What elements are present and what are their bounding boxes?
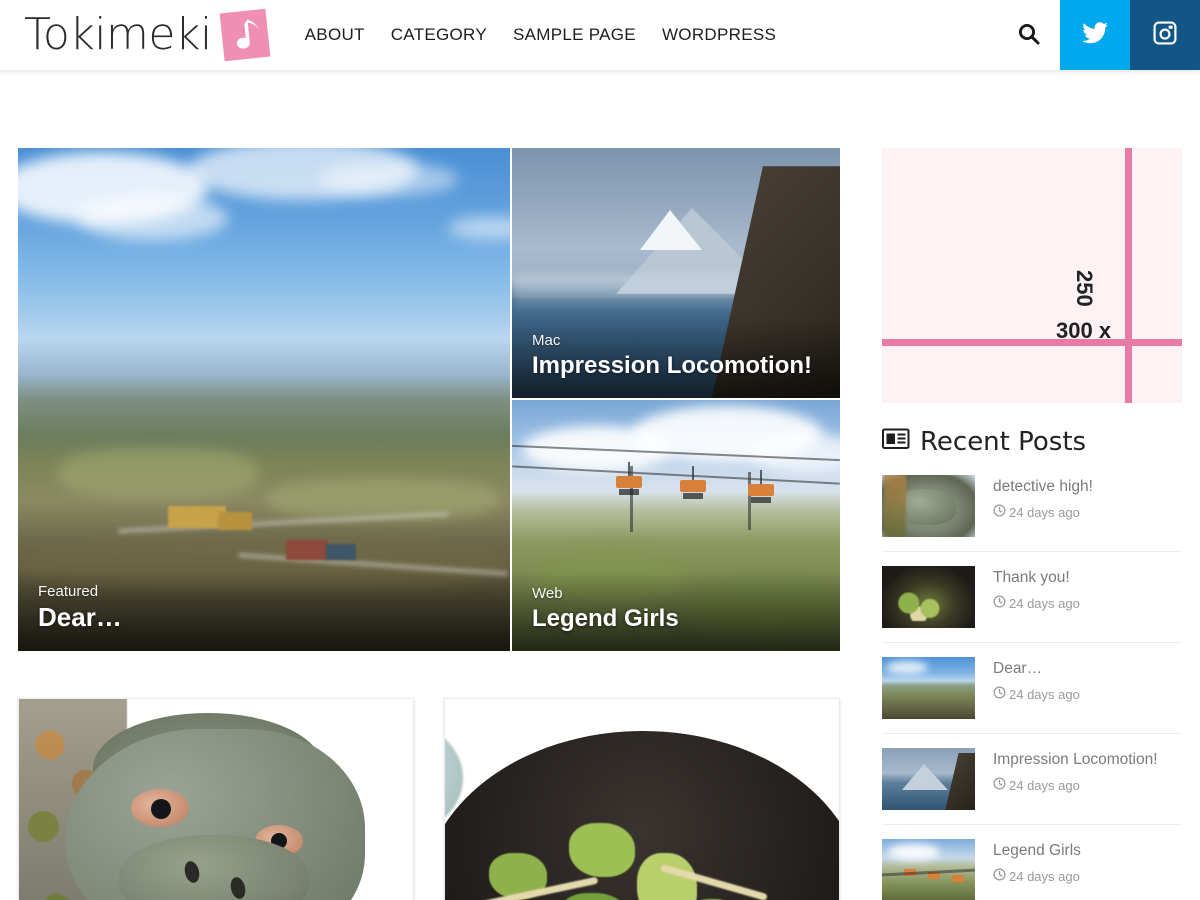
- site-header: Tokimeki ABOUT CATEGORY SAMPLE PAGE WORD…: [0, 0, 1200, 70]
- featured-title: Legend Girls: [532, 605, 679, 633]
- search-button[interactable]: [998, 0, 1060, 70]
- ad-horizontal-rule: [882, 339, 1182, 346]
- post-meta: 24 days ago: [993, 868, 1081, 884]
- featured-overlay-main: Featured Dear…: [18, 569, 510, 651]
- post-card-lion[interactable]: [18, 698, 414, 900]
- recent-posts-heading: Recent Posts: [882, 427, 1182, 457]
- recent-posts-title: Recent Posts: [920, 427, 1087, 457]
- clock-icon: [993, 504, 1006, 520]
- featured-category: Mac: [532, 332, 561, 350]
- post-thumbnail: [882, 475, 975, 537]
- recent-posts-list: detective high! 24 days ago Thank you! 2…: [882, 469, 1182, 900]
- site-logo[interactable]: Tokimeki: [0, 0, 278, 70]
- post-meta: 24 days ago: [993, 504, 1093, 520]
- ad-placeholder[interactable]: 300 x 250: [882, 148, 1182, 403]
- post-title: Impression Locomotion!: [993, 751, 1158, 768]
- featured-post-bottom[interactable]: Web Legend Girls: [512, 400, 840, 651]
- featured-overlay-top: Mac Impression Locomotion!: [512, 318, 840, 398]
- post-time: 24 days ago: [1009, 595, 1080, 611]
- post-thumbnail: [882, 839, 975, 900]
- post-title: Dear…: [993, 660, 1043, 677]
- post-time: 24 days ago: [1009, 686, 1080, 702]
- post-grid: [18, 698, 862, 900]
- list-item[interactable]: Impression Locomotion! 24 days ago: [882, 734, 1182, 825]
- post-time: 24 days ago: [1009, 868, 1080, 884]
- featured-title: Impression Locomotion!: [532, 352, 813, 380]
- nav-item-about[interactable]: ABOUT: [292, 0, 378, 70]
- page-body: Featured Dear… Mac Impression Locomotion…: [0, 70, 1200, 900]
- clock-icon: [993, 777, 1006, 793]
- list-item[interactable]: Thank you! 24 days ago: [882, 552, 1182, 643]
- site-title: Tokimeki: [24, 9, 212, 60]
- nav-item-sample-page[interactable]: SAMPLE PAGE: [500, 0, 649, 70]
- ad-vertical-rule: [1125, 148, 1132, 403]
- clock-icon: [993, 868, 1006, 884]
- nav-item-category[interactable]: CATEGORY: [378, 0, 500, 70]
- twitter-link[interactable]: [1060, 0, 1130, 70]
- main-content: Featured Dear… Mac Impression Locomotion…: [0, 148, 862, 900]
- ad-height-label: 250: [1072, 270, 1097, 307]
- post-thumbnail: [882, 748, 975, 810]
- post-meta: 24 days ago: [993, 777, 1158, 793]
- nav-item-wordpress[interactable]: WORDPRESS: [649, 0, 789, 70]
- post-time: 24 days ago: [1009, 777, 1080, 793]
- list-item[interactable]: Dear… 24 days ago: [882, 643, 1182, 734]
- post-title: Thank you!: [993, 569, 1070, 586]
- featured-post-top[interactable]: Mac Impression Locomotion!: [512, 148, 840, 398]
- newspaper-icon: [882, 427, 910, 457]
- post-meta: 24 days ago: [993, 595, 1080, 611]
- post-title: detective high!: [993, 478, 1093, 495]
- main-navigation: ABOUT CATEGORY SAMPLE PAGE WORDPRESS: [292, 0, 789, 70]
- clock-icon: [993, 686, 1006, 702]
- music-note-icon: [219, 8, 271, 62]
- instagram-link[interactable]: [1130, 0, 1200, 70]
- clock-icon: [993, 595, 1006, 611]
- instagram-icon: [1152, 20, 1178, 51]
- featured-overlay-bottom: Web Legend Girls: [512, 571, 840, 651]
- featured-right-column: Mac Impression Locomotion! Web Legend Gi…: [512, 148, 840, 651]
- featured-title: Dear…: [38, 602, 122, 633]
- header-spacer: [789, 0, 998, 70]
- ad-width-label: 300 x: [1056, 318, 1112, 343]
- post-title: Legend Girls: [993, 842, 1081, 859]
- sidebar: 300 x 250 Recent Posts detective high! 2…: [862, 148, 1182, 900]
- post-card-food[interactable]: [444, 698, 840, 900]
- featured-post-main[interactable]: Featured Dear…: [18, 148, 510, 651]
- post-thumbnail: [882, 657, 975, 719]
- twitter-icon: [1081, 19, 1109, 52]
- post-time: 24 days ago: [1009, 504, 1080, 520]
- post-meta: 24 days ago: [993, 686, 1080, 702]
- featured-category: Featured: [38, 583, 99, 601]
- search-icon: [1016, 21, 1042, 50]
- featured-category: Web: [532, 585, 563, 603]
- list-item[interactable]: Legend Girls 24 days ago: [882, 825, 1182, 900]
- featured-mosaic: Featured Dear… Mac Impression Locomotion…: [18, 148, 840, 651]
- list-item[interactable]: detective high! 24 days ago: [882, 469, 1182, 552]
- post-thumbnail: [882, 566, 975, 628]
- header-tools: [998, 0, 1200, 70]
